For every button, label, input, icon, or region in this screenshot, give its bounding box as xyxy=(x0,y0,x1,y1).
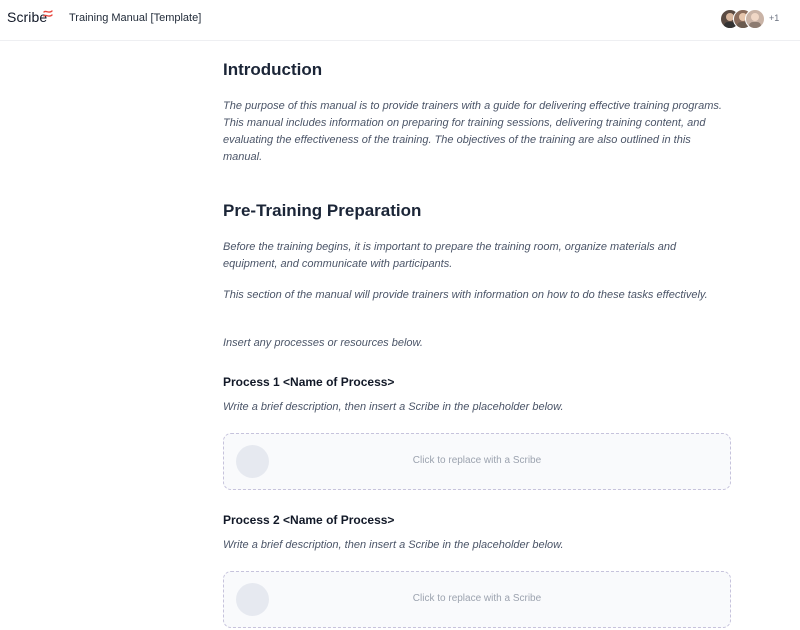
process-1-scribe-placeholder[interactable]: Click to replace with a Scribe xyxy=(223,433,731,490)
pre-training-paragraph-2: This section of the manual will provide … xyxy=(223,289,708,301)
placeholder-label: Click to replace with a Scribe xyxy=(412,455,542,466)
avatar-user-3-icon[interactable] xyxy=(745,9,765,29)
pre-training-paragraph-1: Before the training begins, it is import… xyxy=(223,241,677,270)
process-2-scribe-placeholder[interactable]: Click to replace with a Scribe xyxy=(223,571,731,628)
document-title: Training Manual [Template] xyxy=(69,12,202,24)
section-heading-pre-training: Pre-Training Preparation xyxy=(223,201,422,220)
process-1-heading: Process 1 <Name of Process> xyxy=(223,375,395,389)
more-users-count[interactable]: +1 xyxy=(769,13,779,23)
collaborator-avatars[interactable] xyxy=(720,9,765,29)
process-2-heading: Process 2 <Name of Process> xyxy=(223,513,395,527)
scribe-logo-icon xyxy=(43,10,53,17)
introduction-paragraph: The purpose of this manual is to provide… xyxy=(223,100,722,163)
process-2-description: Write a brief description, then insert a… xyxy=(223,539,564,551)
section-heading-introduction: Introduction xyxy=(223,60,323,79)
process-1-description: Write a brief description, then insert a… xyxy=(223,401,564,413)
scribe-logo[interactable]: Scribe xyxy=(7,9,47,25)
top-bar: Scribe Training Manual [Template] +1 xyxy=(0,0,800,41)
pre-training-paragraph-3: Insert any processes or resources below. xyxy=(223,337,423,349)
placeholder-label: Click to replace with a Scribe xyxy=(412,593,542,604)
